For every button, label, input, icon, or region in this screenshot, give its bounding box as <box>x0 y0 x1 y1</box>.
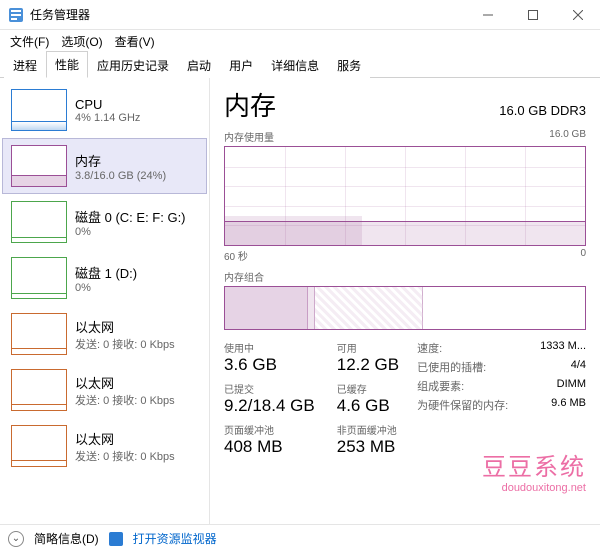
main-panel: 内存 16.0 GB DDR3 内存使用量16.0 GB 60 秒0 内存组合 … <box>210 78 600 524</box>
sidebar-item-label: 以太网 <box>75 429 175 448</box>
usage-chart-label: 内存使用量 <box>224 129 274 144</box>
cpu-thumb-chart <box>11 89 67 131</box>
open-resource-monitor-link[interactable]: 打开资源监视器 <box>133 530 217 547</box>
ethernet-thumb-chart <box>11 369 67 411</box>
stat-label: 页面缓冲池 <box>224 422 315 437</box>
sidebar-item-label: CPU <box>75 97 140 112</box>
detail-value-form: DIMM <box>557 378 586 394</box>
window-title: 任务管理器 <box>30 6 465 23</box>
detail-key: 已使用的插槽: <box>417 359 486 375</box>
stat-label: 已提交 <box>224 381 315 396</box>
detail-key: 为硬件保留的内存: <box>417 397 508 413</box>
sidebar-item-cpu[interactable]: CPU4% 1.14 GHz <box>2 82 207 138</box>
sidebar-item-label: 磁盘 1 (D:) <box>75 263 137 282</box>
ethernet-thumb-chart <box>11 425 67 467</box>
sidebar-item-disk0[interactable]: 磁盘 0 (C: E: F: G:)0% <box>2 194 207 250</box>
detail-key: 速度: <box>417 340 442 356</box>
sidebar-item-sub: 发送: 0 接收: 0 Kbps <box>75 392 175 408</box>
detail-value-speed: 1333 M... <box>540 340 586 356</box>
tabbar: 进程 性能 应用历史记录 启动 用户 详细信息 服务 <box>0 52 600 78</box>
disk-thumb-chart <box>11 257 67 299</box>
minimize-button[interactable] <box>465 0 510 30</box>
page-title: 内存 <box>224 86 276 123</box>
detail-key: 组成要素: <box>417 378 464 394</box>
sidebar-item-sub: 发送: 0 接收: 0 Kbps <box>75 336 175 352</box>
sidebar-item-label: 内存 <box>75 151 166 170</box>
detail-value-slots: 4/4 <box>571 359 586 375</box>
tab-services[interactable]: 服务 <box>328 52 370 78</box>
composition-label: 内存组合 <box>224 269 264 284</box>
sidebar-item-memory[interactable]: 内存3.8/16.0 GB (24%) <box>2 138 207 194</box>
resource-monitor-icon <box>109 532 123 546</box>
stat-label: 已缓存 <box>337 381 399 396</box>
stat-label: 可用 <box>337 340 399 355</box>
close-button[interactable] <box>555 0 600 30</box>
sidebar-item-sub: 0% <box>75 282 137 294</box>
stat-value-cached: 4.6 GB <box>337 396 399 416</box>
memory-usage-chart <box>224 146 586 246</box>
maximize-button[interactable] <box>510 0 555 30</box>
tab-app-history[interactable]: 应用历史记录 <box>88 52 178 78</box>
tab-performance[interactable]: 性能 <box>46 51 88 78</box>
stat-value-available: 12.2 GB <box>337 355 399 375</box>
sidebar-item-ethernet[interactable]: 以太网发送: 0 接收: 0 Kbps <box>2 362 207 418</box>
tab-users[interactable]: 用户 <box>220 52 262 78</box>
performance-sidebar: CPU4% 1.14 GHz 内存3.8/16.0 GB (24%) 磁盘 0 … <box>0 78 210 524</box>
sidebar-item-sub: 3.8/16.0 GB (24%) <box>75 170 166 182</box>
sidebar-item-label: 以太网 <box>75 373 175 392</box>
axis-right: 0 <box>580 248 586 263</box>
menu-file[interactable]: 文件(F) <box>4 31 55 52</box>
stat-label: 非页面缓冲池 <box>337 422 399 437</box>
sidebar-item-sub: 0% <box>75 226 186 238</box>
brief-info-link[interactable]: 简略信息(D) <box>34 530 99 547</box>
tab-details[interactable]: 详细信息 <box>262 52 328 78</box>
menubar: 文件(F) 选项(O) 查看(V) <box>0 30 600 52</box>
stat-value-nonpaged: 253 MB <box>337 437 399 457</box>
titlebar: 任务管理器 <box>0 0 600 30</box>
sidebar-item-label: 磁盘 0 (C: E: F: G:) <box>75 207 186 226</box>
sidebar-item-ethernet[interactable]: 以太网发送: 0 接收: 0 Kbps <box>2 418 207 474</box>
stat-value-committed: 9.2/18.4 GB <box>224 396 315 416</box>
sidebar-item-disk1[interactable]: 磁盘 1 (D:)0% <box>2 250 207 306</box>
memory-capacity: 16.0 GB DDR3 <box>499 103 586 118</box>
memory-composition-chart <box>224 286 586 330</box>
disk-thumb-chart <box>11 201 67 243</box>
ethernet-thumb-chart <box>11 313 67 355</box>
footer: ⌄ 简略信息(D) 打开资源监视器 <box>0 524 600 552</box>
chevron-down-icon[interactable]: ⌄ <box>8 531 24 547</box>
stat-value-paged: 408 MB <box>224 437 315 457</box>
sidebar-item-label: 以太网 <box>75 317 175 336</box>
stat-value-in-use: 3.6 GB <box>224 355 315 375</box>
detail-value-reserved: 9.6 MB <box>551 397 586 413</box>
usage-chart-max: 16.0 GB <box>549 129 586 144</box>
sidebar-item-ethernet[interactable]: 以太网发送: 0 接收: 0 Kbps <box>2 306 207 362</box>
tab-processes[interactable]: 进程 <box>4 52 46 78</box>
memory-thumb-chart <box>11 145 67 187</box>
menu-view[interactable]: 查看(V) <box>109 31 161 52</box>
axis-left: 60 秒 <box>224 248 248 263</box>
app-icon <box>8 7 24 23</box>
menu-options[interactable]: 选项(O) <box>55 31 108 52</box>
stat-label: 使用中 <box>224 340 315 355</box>
sidebar-item-sub: 发送: 0 接收: 0 Kbps <box>75 448 175 464</box>
tab-startup[interactable]: 启动 <box>178 52 220 78</box>
sidebar-item-sub: 4% 1.14 GHz <box>75 112 140 124</box>
